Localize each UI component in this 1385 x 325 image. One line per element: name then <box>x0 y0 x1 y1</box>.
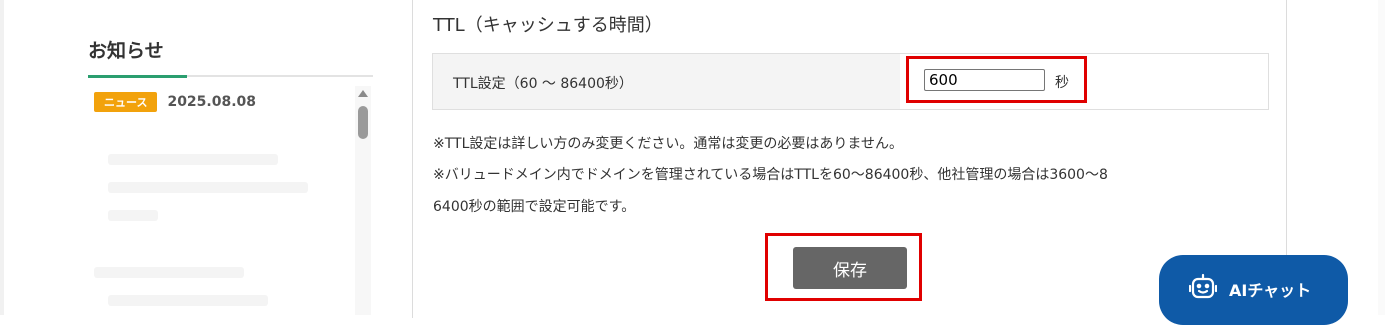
news-panel: お知らせ ニュース 2025.08.08 <box>88 0 373 315</box>
ttl-heading: TTL（キャッシュする時間） <box>433 15 663 36</box>
right-edge <box>1378 0 1385 315</box>
news-title: お知らせ <box>88 40 164 62</box>
save-button[interactable]: 保存 <box>793 247 907 289</box>
main-panel: TTL（キャッシュする時間） TTL設定（60 ～ 86400秒） 秒 ※TTL… <box>412 0 1287 318</box>
ttl-label: TTL設定（60 ～ 86400秒） <box>453 76 633 92</box>
ttl-setting-row: TTL設定（60 ～ 86400秒） 秒 <box>432 53 1269 110</box>
news-scrollbar[interactable] <box>355 86 371 315</box>
note-line: 6400秒の範囲で設定可能です。 <box>433 199 636 215</box>
news-badge: ニュース <box>94 92 158 112</box>
news-underline-accent <box>88 75 187 78</box>
note-line: ※バリュードメイン内でドメインを管理されている場合はTTLを60～86400秒、… <box>433 167 1108 183</box>
scroll-thumb[interactable] <box>358 106 368 139</box>
ttl-input-cell: 秒 <box>900 54 1268 109</box>
faded-text <box>108 182 308 193</box>
left-edge <box>0 0 4 315</box>
faded-text <box>108 210 158 221</box>
note-line: ※TTL設定は詳しい方のみ変更ください。通常は変更の必要はありません。 <box>433 136 903 152</box>
faded-text <box>108 295 268 306</box>
ttl-input[interactable] <box>924 69 1045 91</box>
ai-chat-label: AIチャット <box>1229 281 1312 300</box>
ttl-unit: 秒 <box>1055 75 1069 91</box>
faded-text <box>108 154 278 165</box>
faded-text <box>94 267 244 278</box>
news-date: 2025.08.08 <box>167 94 257 110</box>
scroll-up-arrow-icon[interactable] <box>358 90 368 97</box>
news-item[interactable]: ニュース 2025.08.08 <box>94 92 348 112</box>
chat-robot-icon <box>1188 273 1229 305</box>
news-list: ニュース 2025.08.08 <box>88 92 348 315</box>
